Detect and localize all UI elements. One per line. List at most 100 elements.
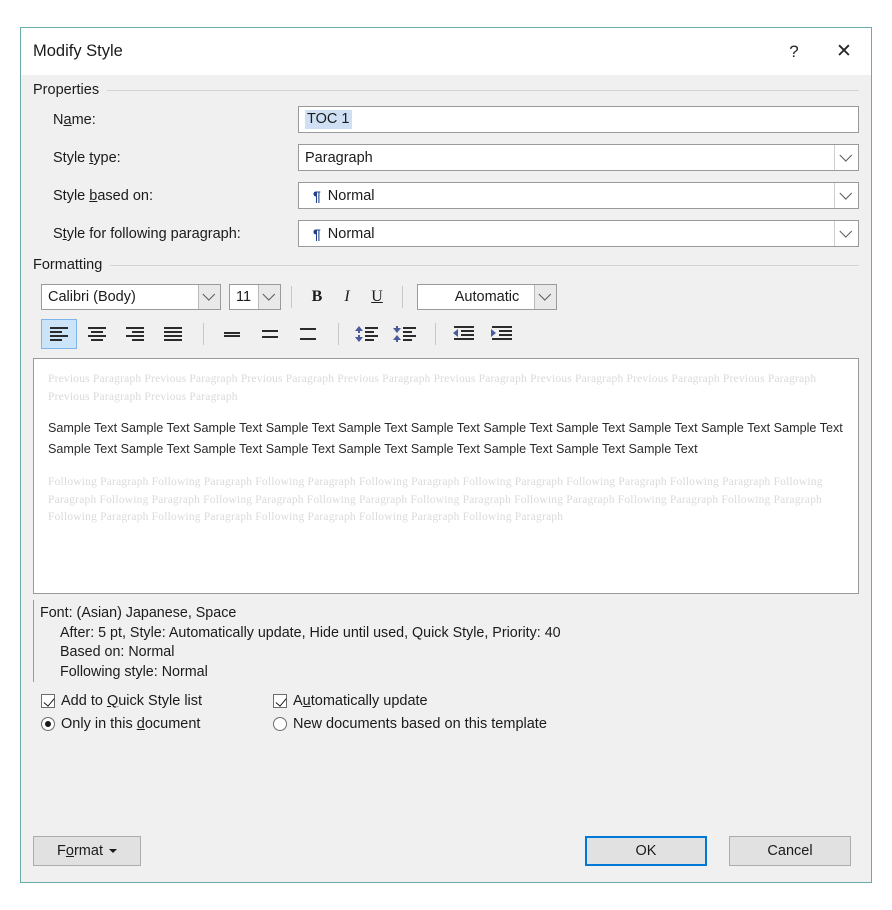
align-justify-button[interactable] (155, 319, 191, 349)
toolbar-separator (435, 323, 436, 345)
dialog-titlebar: Modify Style ? ✕ (21, 28, 871, 75)
toolbar-separator (203, 323, 204, 345)
add-quick-key: Q (106, 693, 119, 709)
preview-previous-paragraph: Previous Paragraph Previous Paragraph Pr… (48, 373, 817, 403)
automatically-update-label: Automatically update (293, 693, 428, 709)
style-based-on-label-pre: Style (53, 187, 90, 204)
preview-following-paragraph: Following Paragraph Following Paragraph … (48, 476, 823, 523)
font-size-select[interactable]: 11 (229, 283, 281, 310)
italic-button[interactable]: I (332, 284, 362, 310)
name-label: Name: (33, 112, 298, 128)
only-this-document-label: Only in this document (61, 716, 200, 732)
preview-sample-text: Sample Text Sample Text Sample Text Samp… (48, 421, 843, 456)
caret-down-icon (108, 849, 117, 853)
description-line-1: Font: (Asian) Japanese, Space (40, 605, 237, 621)
format-post: rmat (73, 843, 103, 859)
auto-update-key: u (302, 693, 311, 709)
chevron-down-icon[interactable] (834, 183, 858, 208)
radio-icon[interactable] (41, 717, 55, 731)
auto-update-post: tomatically update (310, 693, 428, 709)
formatting-group-label: Formatting (33, 257, 859, 273)
align-center-button[interactable] (79, 319, 115, 349)
line-spacing-double-button[interactable] (290, 319, 326, 349)
style-description: Font: (Asian) Japanese, Space After: 5 p… (33, 600, 859, 682)
properties-group-text: Properties (33, 82, 100, 98)
chevron-down-icon[interactable] (834, 221, 858, 246)
help-icon[interactable]: ? (771, 32, 817, 72)
style-based-on-row: Style based on: ¶ Normal (33, 179, 859, 212)
properties-group-label: Properties (33, 82, 859, 98)
line-spacing-single-button[interactable] (214, 319, 250, 349)
font-family-value: Calibri (Body) (48, 288, 136, 305)
group-divider-line (110, 264, 859, 266)
name-row: Name: TOC 1 (33, 103, 859, 136)
format-label: Format (57, 843, 103, 859)
format-pre: F (57, 843, 66, 859)
add-to-quick-style-label: Add to Quick Style list (61, 693, 202, 709)
new-documents-label: New documents based on this template (293, 716, 547, 732)
group-divider-line (107, 89, 859, 91)
add-quick-post: uick Style list (118, 693, 203, 709)
checkbox-icon[interactable] (41, 694, 55, 708)
style-type-value: Paragraph (305, 149, 373, 166)
chevron-down-icon[interactable] (534, 284, 556, 309)
pilcrow-icon: ¶ (313, 187, 321, 204)
chevron-down-icon[interactable] (834, 145, 858, 170)
decrease-indent-button[interactable] (446, 319, 482, 349)
only-doc-pre: Only in this (61, 716, 137, 732)
align-left-button[interactable] (41, 319, 77, 349)
add-quick-pre: Add to (61, 693, 107, 709)
font-color-select[interactable]: Automatic (417, 283, 557, 310)
ok-button[interactable]: OK (585, 836, 707, 866)
format-button[interactable]: Format (33, 836, 141, 866)
increase-indent-button[interactable] (484, 319, 520, 349)
style-following-label-pre: S (53, 225, 63, 242)
font-toolbar: Calibri (Body) 11 B I U Automatic (33, 281, 859, 312)
description-line-3: Based on: Normal (60, 644, 175, 660)
auto-update-pre: A (293, 693, 303, 709)
only-this-document-radio[interactable]: Only in this document (41, 716, 273, 732)
style-following-label-post: yle for following paragraph: (66, 225, 241, 242)
radio-icon[interactable] (273, 717, 287, 731)
dialog-title: Modify Style (33, 42, 123, 60)
name-label-key: a (63, 111, 72, 128)
new-documents-radio[interactable]: New documents based on this template (273, 716, 547, 732)
style-following-value: Normal (327, 225, 375, 242)
style-following-select[interactable]: ¶ Normal (298, 220, 859, 247)
toolbar-separator (291, 285, 292, 308)
checkbox-icon[interactable] (273, 694, 287, 708)
dialog-footer: Format OK Cancel (21, 820, 871, 882)
font-family-select[interactable]: Calibri (Body) (41, 283, 221, 310)
dialog-body: Properties Name: TOC 1 Style type: Parag… (21, 75, 871, 820)
bold-button[interactable]: B (302, 284, 332, 310)
modify-style-dialog: Modify Style ? ✕ Properties Name: TOC 1 … (20, 27, 872, 883)
chevron-down-icon[interactable] (198, 284, 220, 309)
style-based-on-value: Normal (327, 187, 375, 204)
font-color-value: Automatic (454, 288, 520, 305)
formatting-group-text: Formatting (33, 257, 103, 273)
font-size-value: 11 (236, 288, 252, 305)
line-spacing-onepointfive-button[interactable] (252, 319, 288, 349)
name-label-post: me: (71, 111, 96, 128)
paragraph-toolbar (33, 316, 859, 352)
radio-options-row: Only in this document New documents base… (33, 716, 859, 732)
style-based-on-label-post: ased on: (97, 187, 153, 204)
automatically-update-checkbox[interactable]: Automatically update (273, 693, 428, 709)
only-doc-key: d (136, 716, 145, 732)
style-type-select[interactable]: Paragraph (298, 144, 859, 171)
chevron-down-icon[interactable] (258, 284, 280, 309)
style-following-row: Style for following paragraph: ¶ Normal (33, 217, 859, 250)
add-to-quick-style-list-checkbox[interactable]: Add to Quick Style list (41, 693, 273, 709)
close-icon[interactable]: ✕ (817, 32, 871, 72)
name-input[interactable]: TOC 1 (298, 106, 859, 133)
name-input-value: TOC 1 (305, 110, 353, 129)
align-right-button[interactable] (117, 319, 153, 349)
cancel-button[interactable]: Cancel (729, 836, 851, 866)
increase-space-after-button[interactable] (387, 319, 423, 349)
style-type-label-pre: Style (53, 149, 90, 166)
decrease-space-before-button[interactable] (349, 319, 385, 349)
checkbox-options-row: Add to Quick Style list Automatically up… (33, 693, 859, 709)
style-based-on-select[interactable]: ¶ Normal (298, 182, 859, 209)
underline-button[interactable]: U (362, 284, 392, 310)
toolbar-separator (402, 285, 403, 308)
